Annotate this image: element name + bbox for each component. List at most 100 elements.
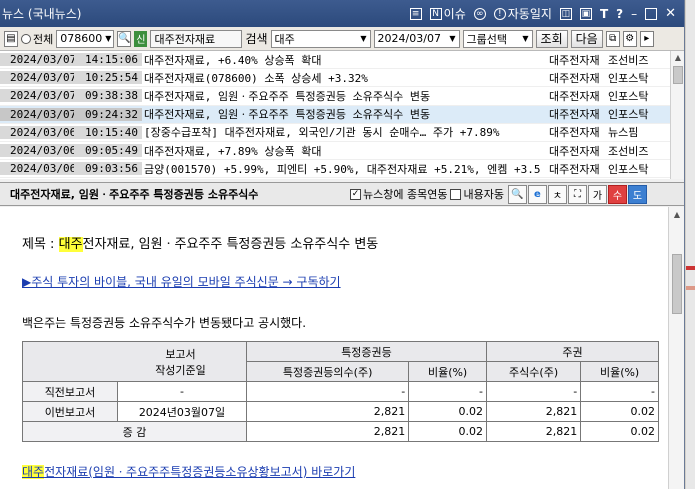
search-icon[interactable]: 🔍: [117, 30, 132, 47]
news-source: 인포스탁: [608, 89, 649, 103]
window-menu-icon: ≡: [409, 7, 422, 20]
minimize-button[interactable]: –: [631, 7, 637, 21]
checkbox-checked-icon: ✓: [350, 188, 361, 200]
news-title: 금양(001570) +5.99%, 피엔티 +5.90%, 대주전자재료 +5…: [144, 162, 541, 176]
row-date: 2024년03월07일: [117, 401, 247, 422]
news-row[interactable]: 2024/03/06 09:03:56 금양(001570) +5.99%, 피…: [0, 160, 670, 179]
row-label: 이번보고서: [22, 401, 118, 422]
news-source: 인포스탁: [608, 108, 649, 122]
row-value: 0.02: [408, 421, 487, 442]
row-date: -: [117, 381, 247, 402]
minimize-icon: –: [631, 6, 638, 21]
row-value: 2,821: [245, 401, 410, 422]
zoom-icon[interactable]: 🔍: [507, 184, 527, 204]
news-row[interactable]: 2024/03/07 09:38:38 대주전자재료, 임원ㆍ주요주주 특정증권…: [0, 87, 670, 106]
issue-button[interactable]: N 이슈: [429, 5, 466, 22]
help-icon: ?: [616, 6, 624, 21]
scroll-up-icon[interactable]: ▲: [669, 207, 684, 223]
news-time: 14:15:06: [74, 53, 142, 67]
search-value: 대주: [274, 32, 295, 46]
font-increase-icon[interactable]: ㅊ: [547, 184, 567, 204]
window-tile-button[interactable]: ▣: [579, 7, 592, 20]
header-report-line1: 보고서: [165, 347, 196, 361]
article-title: 제목 : 대주전자재료, 임원ㆍ주요주주 특정증권등 소유주식수 변동: [22, 233, 378, 252]
link-icon: ∞: [473, 7, 486, 20]
table-row: 이번보고서 2024년03월07일 2,821 0.02 2,821 0.02: [22, 401, 659, 422]
scroll-thumb[interactable]: [673, 66, 683, 84]
row-value: 0.02: [580, 421, 659, 442]
news-row-selected[interactable]: 2024/03/07 09:24:32 대주전자재료, 임원ㆍ주요주주 특정증권…: [0, 105, 670, 124]
news-row[interactable]: 2024/03/07 10:25:54 대주전자재료(078600) 소폭 상승…: [0, 69, 670, 88]
radio-all[interactable]: 전체: [21, 31, 53, 47]
scroll-up-icon[interactable]: ▲: [671, 51, 684, 65]
news-row[interactable]: 2024/03/06 10:15:40 [장중수급포착] 대주전자재료, 외국인…: [0, 124, 670, 142]
window-split-button[interactable]: ◫: [559, 7, 572, 20]
maximize-icon: [645, 7, 658, 20]
row-value: -: [580, 381, 659, 402]
group-select[interactable]: 그룹선택 ▼: [462, 29, 533, 48]
news-time: 10:25:54: [74, 71, 142, 85]
chevron-down-icon: ▼: [522, 34, 529, 43]
stock-new-badge: 신: [134, 30, 148, 47]
link-button[interactable]: ∞: [473, 7, 486, 20]
news-time: 09:03:56: [74, 162, 142, 176]
help-button[interactable]: ?: [616, 7, 623, 21]
news-date: 2024/03/07: [0, 107, 76, 121]
settings-gear-icon[interactable]: ⚙: [622, 30, 637, 47]
scroll-thumb[interactable]: [672, 254, 682, 314]
news-date: 2024/03/07: [0, 71, 76, 85]
news-source: 뉴스핌: [608, 126, 639, 140]
radio-all-label: 전체: [33, 32, 54, 46]
auto-diary-icon: !: [493, 7, 506, 20]
auto-content-checkbox[interactable]: 내용자동: [450, 186, 504, 202]
news-date: 2024/03/07: [0, 89, 76, 103]
row-value: 0.02: [580, 401, 659, 422]
row-label: 직전보고서: [22, 381, 118, 402]
close-button[interactable]: ✕: [665, 6, 676, 21]
news-row[interactable]: 2024/03/06 09:05:49 대주전자재료, +7.89% 상승폭 확…: [0, 142, 670, 161]
date-input[interactable]: 2024/03/07 ▼: [373, 29, 460, 48]
news-source: 인포스탁: [608, 71, 649, 85]
news-list-scrollbar[interactable]: ▲: [670, 51, 684, 179]
article-scrollbar[interactable]: ▲: [668, 207, 684, 489]
view-icon[interactable]: 도: [627, 184, 647, 204]
date-value: 2024/03/07: [377, 32, 441, 45]
news-stock: 대주전자재: [549, 71, 600, 85]
news-window: 뉴스 (국내뉴스) ≡ N 이슈 ∞ ! 자동일지 ◫ ▣ T ? – ✕ ▤ …: [0, 0, 685, 489]
news-row[interactable]: 2024/03/07 14:15:06 대주전자재료, +6.40% 상승폭 확…: [0, 51, 670, 70]
disclosure-table: 보고서 작성기준일 특정증권등 주권 특정증권등의수(주) 비율(%) 주식수(…: [22, 341, 660, 442]
radio-circle-icon: [21, 33, 31, 44]
fullscreen-icon[interactable]: ⛶: [567, 184, 587, 204]
close-icon: ✕: [665, 6, 676, 21]
news-title: 대주전자재료, 임원ㆍ주요주주 특정증권등 소유주식수 변동: [144, 89, 431, 103]
stock-code-input[interactable]: 078600 ▼: [56, 29, 115, 48]
font-size-icon[interactable]: 가: [587, 184, 607, 204]
report-link[interactable]: 대주전자재료(임원ㆍ주요주주특정증권등소유상황보고서) 바로가기: [22, 463, 355, 480]
expand-panel-icon[interactable]: ▸: [639, 30, 654, 47]
news-time: 10:15:40: [74, 125, 142, 139]
article-title-prefix: 제목 :: [22, 237, 59, 252]
list-view-icon[interactable]: ▤: [4, 30, 18, 47]
browser-icon[interactable]: e: [527, 184, 547, 204]
query-button[interactable]: 조회: [535, 29, 568, 48]
window-menu-button[interactable]: ≡: [409, 7, 422, 20]
promo-link[interactable]: ▶주식 투자의 바이블, 국내 유일의 모바일 주식신문 → 구독하기: [22, 273, 341, 290]
copy-icon[interactable]: ⧉: [605, 30, 620, 47]
news-title: [장중수급포착] 대주전자재료, 외국인/기관 동시 순매수… 주가 +7.89…: [144, 126, 500, 140]
news-stock: 대주전자재: [549, 144, 600, 158]
search-label: 검색: [245, 32, 268, 46]
maximize-button[interactable]: [645, 7, 658, 20]
news-stock: 대주전자재: [549, 108, 600, 122]
auto-diary-button[interactable]: ! 자동일지: [493, 5, 552, 22]
font-size-button[interactable]: T: [600, 7, 608, 21]
window-title: 뉴스 (국내뉴스): [2, 7, 82, 21]
search-toolbar: ▤ 전체 078600 ▼ 🔍 신 대주전자재료 검색 대주 ▼ 2024/03…: [0, 27, 684, 51]
news-date: 2024/03/07: [0, 53, 76, 67]
edit-icon[interactable]: 수: [607, 184, 627, 204]
search-input[interactable]: 대주 ▼: [270, 29, 371, 48]
link-news-checkbox[interactable]: ✓ 뉴스창에 종목연동: [350, 186, 447, 202]
row-label: 증 감: [22, 421, 247, 442]
table-subheader: 주식수(주): [485, 361, 582, 382]
next-button[interactable]: 다음: [570, 29, 603, 48]
news-title: 대주전자재료, +7.89% 상승폭 확대: [144, 144, 322, 158]
